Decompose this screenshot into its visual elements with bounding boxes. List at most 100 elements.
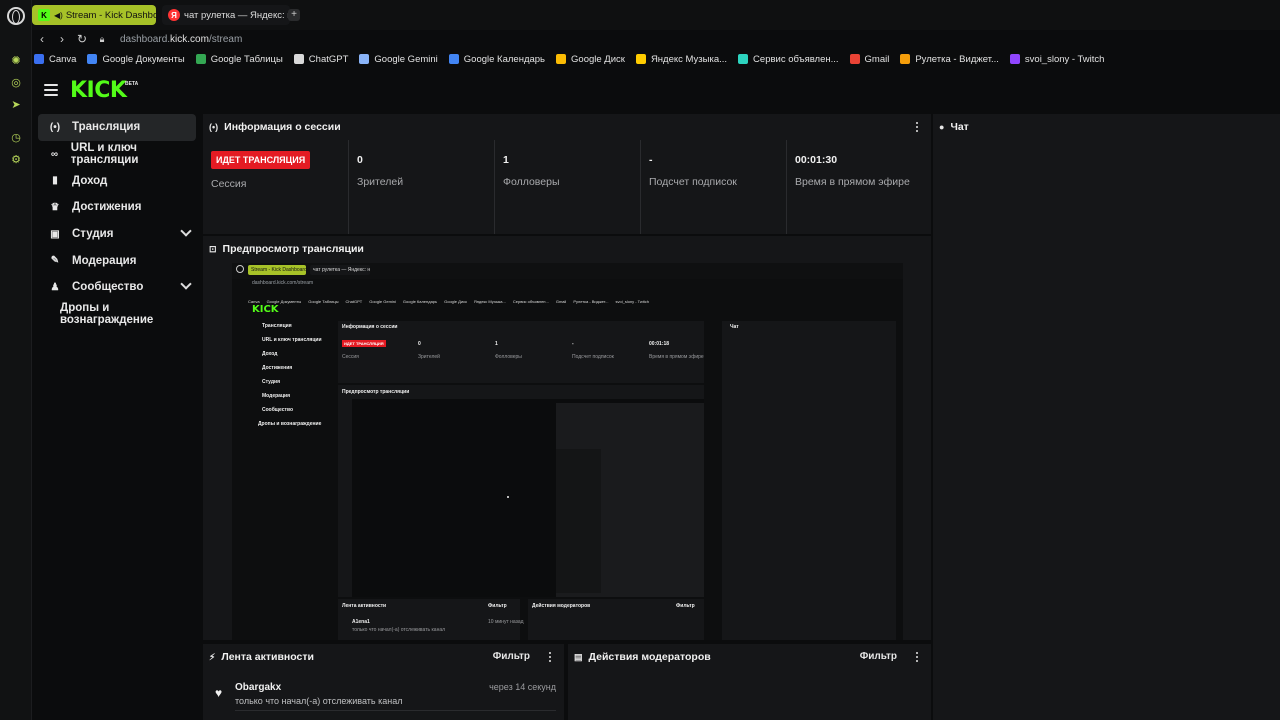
bookmark-favicon-icon <box>635 54 646 64</box>
mini-bookmark-label: Google Таблицы <box>308 299 339 304</box>
bookmark-label: Сервис объявлен... <box>753 53 839 65</box>
mini-chat-panel: Чат <box>722 321 896 640</box>
forward-icon[interactable]: › <box>54 31 70 47</box>
mini-nav-item: Сообщество <box>262 407 294 413</box>
mini-bookmark-label: Google Календарь <box>402 299 438 304</box>
trophy-icon: ♛ <box>50 201 60 213</box>
nav-item-2[interactable]: ∞ URL и ключ трансляции <box>38 141 196 168</box>
nav-item-6[interactable]: ✎ Модерация <box>38 247 196 274</box>
nav-item-4[interactable]: ♛ Достижения <box>38 194 196 221</box>
stat-session: ИДЕТ ТРАНСЛЯЦИЯ Сессия <box>203 140 349 234</box>
nav-item-label: Доход <box>72 174 108 187</box>
more-options-icon[interactable] <box>916 652 919 662</box>
bookmark-item[interactable]: Gmail <box>849 54 889 65</box>
mini-bookmarks-bar: Canva Google Документы Google Таблицы ChatG… <box>248 290 888 304</box>
filter-button[interactable]: Фильтр <box>493 651 530 662</box>
panel-header: ● Чат <box>933 114 1280 140</box>
kick-favicon-icon: K <box>38 9 50 21</box>
mini-bookmark-label: Google Диск <box>444 299 467 304</box>
bookmark-item[interactable]: Яндекс Музыка... <box>635 54 727 65</box>
bookmark-item[interactable]: Сервис объявлен... <box>738 53 839 65</box>
nav-item-1[interactable]: (•) Трансляция <box>38 114 196 141</box>
chevron-down-icon[interactable] <box>180 225 192 237</box>
feed-username[interactable]: ... <box>235 716 243 720</box>
settings-icon[interactable]: ⚙ <box>9 152 23 166</box>
bookmark-favicon-icon <box>195 54 206 64</box>
bookmark-item[interactable]: Google Документы <box>87 54 185 65</box>
bookmark-label: Google Таблицы <box>210 53 283 65</box>
feed-item: ♥ ... <box>203 714 564 720</box>
stat-label: Подсчет подписок <box>649 176 737 188</box>
stat-label: Фолловеры <box>503 176 560 188</box>
more-options-icon[interactable] <box>916 122 919 132</box>
nav-item-8[interactable]: Дропы и вознаграждение <box>38 301 196 328</box>
tab-label: Stream - Kick Dashboard <box>65 9 156 21</box>
mini-bookmark-label: svoi_slony - Twitch <box>615 299 650 304</box>
mini-nav-item: Доход <box>262 351 278 357</box>
document-icon: ▤ <box>574 651 583 662</box>
bookmark-item[interactable]: Google Календарь <box>448 53 546 65</box>
dashboard-nav: (•) Трансляция ∞ URL и ключ трансляции ▮ Дохо… <box>32 114 202 328</box>
bookmark-item[interactable]: Canva <box>34 54 76 65</box>
mini-preview-panel: Предпросмотр трансляции <box>338 385 704 597</box>
nav-item-label: Модерация <box>72 254 137 267</box>
panel-title: Чат <box>950 121 969 133</box>
mini-nav-item: Дропы и вознаграждение <box>258 421 322 427</box>
speaker-icon[interactable]: ◀) <box>54 11 63 20</box>
nav-item-5[interactable]: ▣ Студия <box>38 221 196 248</box>
bookmark-item[interactable]: svoi_slony - Twitch <box>1009 54 1104 65</box>
divider <box>235 710 556 711</box>
kick-logo[interactable]: KICK <box>70 78 127 103</box>
studio-icon: ▣ <box>50 228 60 240</box>
mini-nav-item: URL и ключ трансляции <box>262 337 322 343</box>
bookmark-label: Google Календарь <box>463 53 546 65</box>
browser-sidebar: ✺ ◎ ➤ ◷ ⚙ <box>0 0 32 720</box>
mini-nav-item: Студия <box>262 379 281 385</box>
bookmark-favicon-icon <box>359 54 370 64</box>
feed-username[interactable]: Obargakx <box>235 682 281 693</box>
telegram-icon[interactable]: ➤ <box>9 97 23 111</box>
panel-header: (•) Информация о сессии <box>203 114 931 140</box>
opera-logo-icon[interactable] <box>7 7 25 25</box>
mini-nav-item: Достижения <box>262 365 293 371</box>
tab-kick-dashboard[interactable]: K ◀) Stream - Kick Dashboard <box>32 5 156 25</box>
chevron-down-icon[interactable] <box>180 278 192 290</box>
bookmark-item[interactable]: Google Gemini <box>359 54 438 65</box>
more-options-icon[interactable] <box>549 652 552 662</box>
mini-bookmark-label: Gmail <box>555 299 567 304</box>
lock-icon[interactable]: 🔒︎ <box>94 31 110 47</box>
panel-title: Лента активности <box>221 651 314 663</box>
bookmark-item[interactable]: Google Таблицы <box>195 53 283 65</box>
mini-url: dashboard.kick.com/stream <box>252 280 314 286</box>
stat-followers: 1 Фолловеры <box>495 140 641 234</box>
mini-nav-item: Модерация <box>262 393 291 399</box>
mini-bookmark-label: Google Gemini <box>369 299 396 304</box>
bookmark-label: Google Диск <box>571 53 625 65</box>
reload-icon[interactable]: ↻ <box>74 31 90 47</box>
stat-label: Зрителей <box>357 176 404 188</box>
ai-icon[interactable]: ✺ <box>9 53 23 67</box>
mini-activity-panel: Лента активности Фильтр A1ena1 10 минут … <box>338 599 524 640</box>
nav-item-label: Сообщество <box>72 281 144 294</box>
url-field[interactable]: dashboard.kick.com/stream <box>120 34 242 45</box>
bookmark-item[interactable]: Рулетка - Виджет... <box>900 54 999 65</box>
bookmark-item[interactable]: Google Диск <box>556 54 625 65</box>
stream-preview-video[interactable]: Stream - Kick Dashboard чат рулетка — Ян… <box>232 263 903 640</box>
mini-bookmark-label: Рулетка - Виджет... <box>573 299 609 304</box>
mini-nav: Трансляция URL и ключ трансляции Доход Дост… <box>248 323 330 443</box>
mini-kick-logo: KICK <box>252 304 279 315</box>
menu-icon[interactable] <box>44 84 58 96</box>
bookmark-favicon-icon <box>87 54 98 64</box>
stat-value: - <box>649 154 653 166</box>
session-info-panel: (•) Информация о сессии ИДЕТ ТРАНСЛЯЦИЯ … <box>203 114 931 234</box>
whatsapp-icon[interactable]: ◎ <box>9 75 23 89</box>
nav-item-3[interactable]: ▮ Доход <box>38 167 196 194</box>
back-icon[interactable]: ‹ <box>34 31 50 47</box>
history-icon[interactable]: ◷ <box>9 130 23 144</box>
bookmark-item[interactable]: ChatGPT <box>293 54 348 65</box>
tab-yandex-search[interactable]: Я чат рулетка — Яндекс: на <box>162 5 290 25</box>
nav-item-7[interactable]: ♟ Сообщество <box>38 274 196 301</box>
stat-value: 00:01:30 <box>795 154 838 166</box>
filter-button[interactable]: Фильтр <box>860 651 897 662</box>
new-tab-button[interactable]: + <box>288 9 300 21</box>
